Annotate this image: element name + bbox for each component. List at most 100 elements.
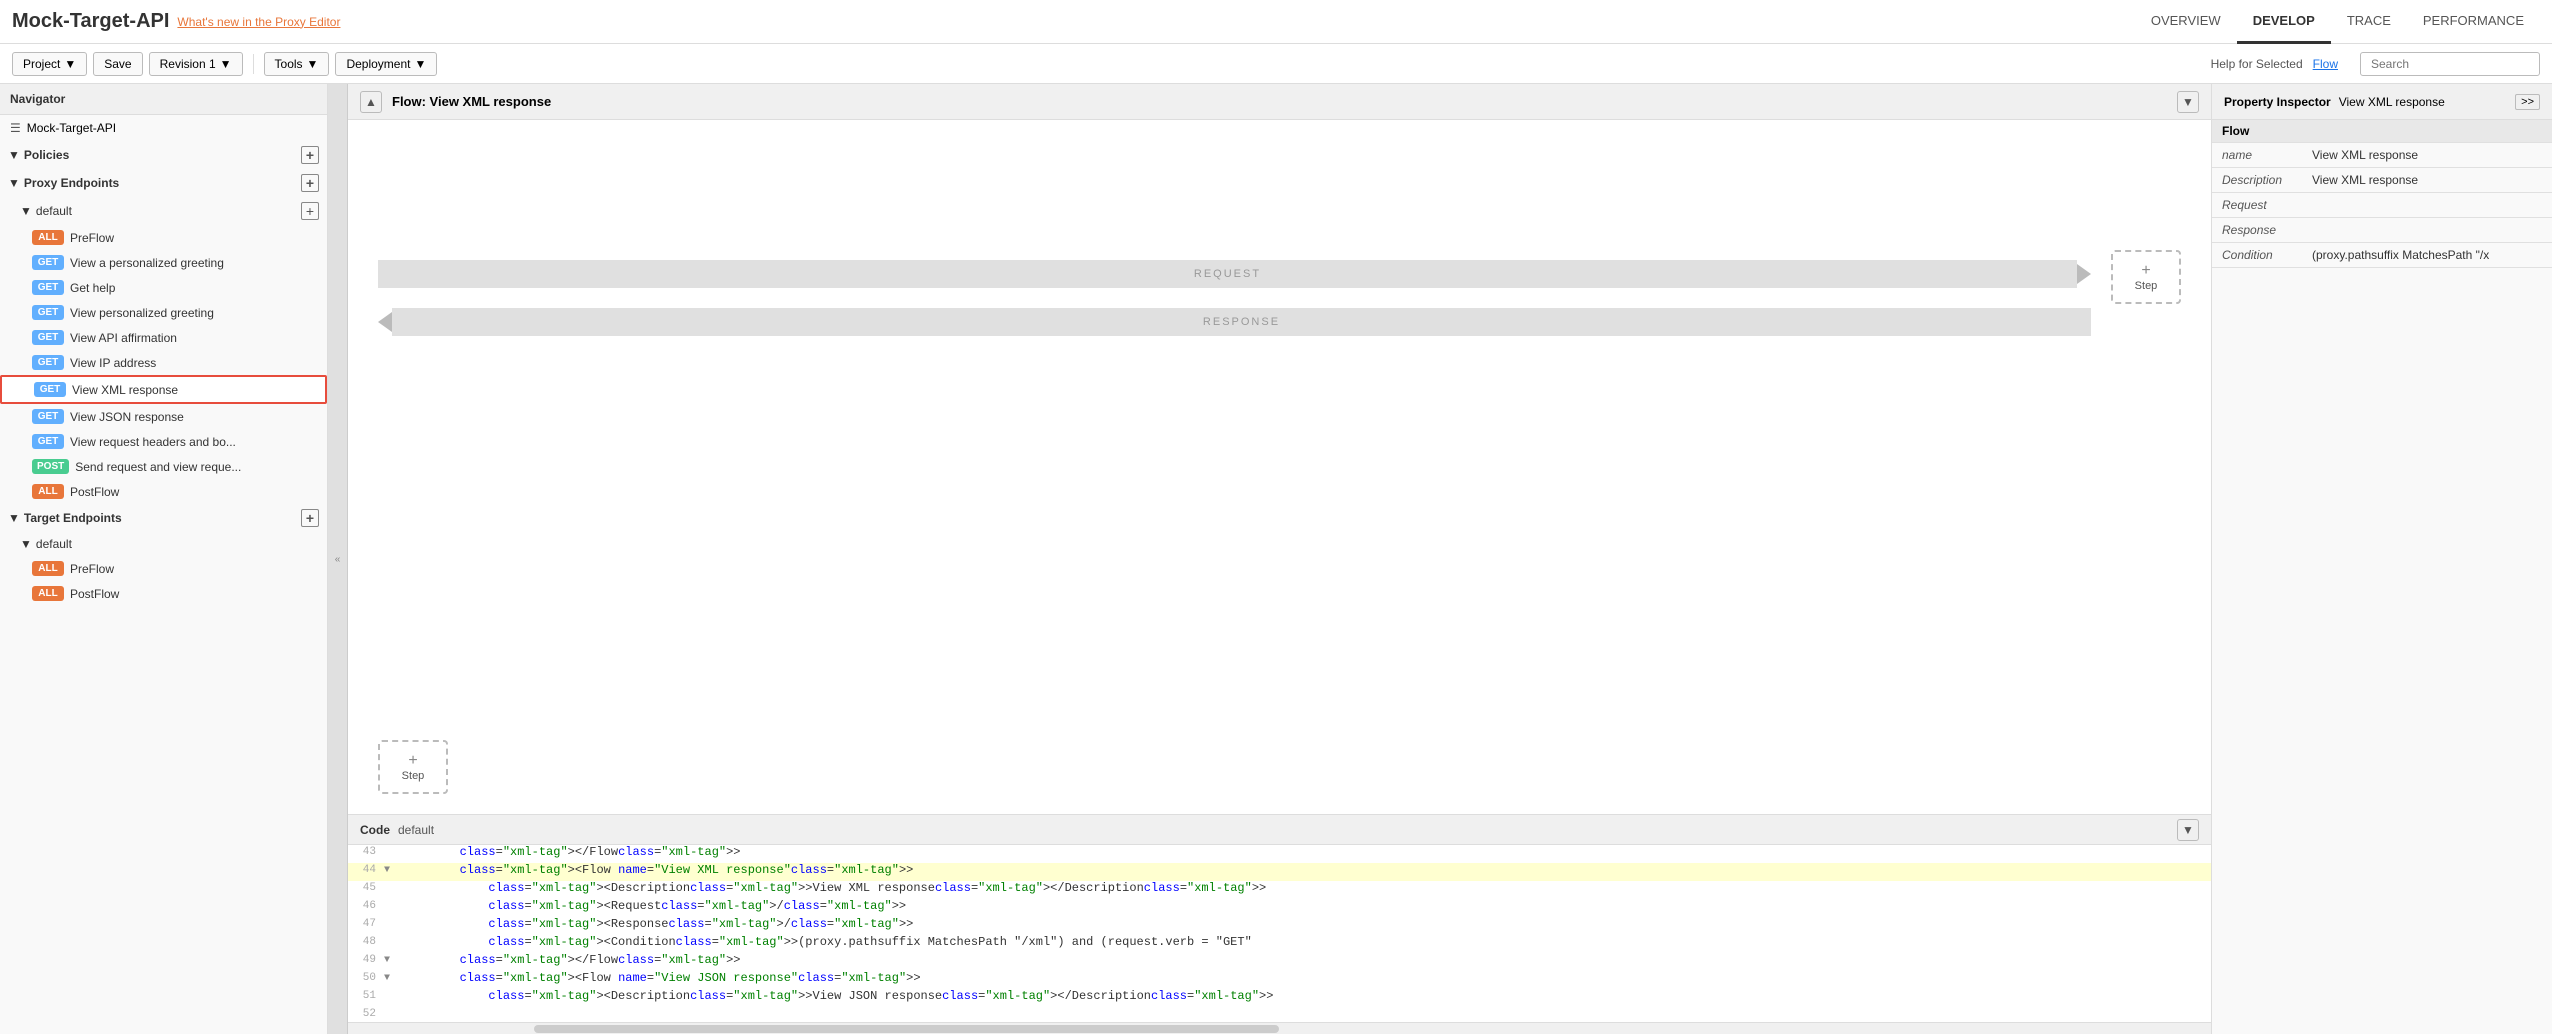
tab-trace[interactable]: TRACE — [2331, 0, 2407, 44]
proxy-endpoints-section[interactable]: ▼ Proxy Endpoints + — [0, 169, 327, 197]
line-content-46[interactable]: class="xml-tag"><Requestclass="xml-tag">… — [398, 899, 2211, 917]
nav-collapse-button[interactable]: « — [328, 84, 348, 1034]
search-input[interactable] — [2360, 52, 2540, 76]
line-content-45[interactable]: class="xml-tag"><Descriptionclass="xml-t… — [398, 881, 2211, 899]
target-endpoints-add-button[interactable]: + — [301, 509, 319, 527]
line-number-49: 49 — [348, 953, 384, 971]
code-body[interactable]: 43 class="xml-tag"></Flowclass="xml-tag"… — [348, 845, 2211, 1022]
code-horizontal-scrollbar[interactable] — [348, 1022, 2211, 1034]
api-title-label: Mock-Target-API — [27, 121, 116, 135]
line-content-51[interactable]: class="xml-tag"><Descriptionclass="xml-t… — [398, 989, 2211, 1007]
line-content-50[interactable]: class="xml-tag"><Flow name="View JSON re… — [398, 971, 2211, 989]
prop-value-condition: (proxy.pathsuffix MatchesPath "/x — [2302, 243, 2552, 268]
line-content-52[interactable] — [398, 1007, 2211, 1022]
tools-button[interactable]: Tools ▼ — [264, 52, 330, 76]
code-line-46[interactable]: 46 class="xml-tag"><Requestclass="xml-ta… — [348, 899, 2211, 917]
tab-overview[interactable]: OVERVIEW — [2135, 0, 2237, 44]
proxy-nav-item-2[interactable]: GET Get help — [0, 275, 327, 300]
code-collapse-button[interactable]: ▼ — [2177, 819, 2199, 841]
prop-value-response — [2302, 218, 2552, 243]
revision-button[interactable]: Revision 1 ▼ — [149, 52, 243, 76]
proxy-nav-item-9[interactable]: POSTSend request and view reque... — [0, 454, 327, 479]
main-layout: Navigator ☰ Mock-Target-API ▼ Policies +… — [0, 84, 2552, 1034]
target-nav-item-1[interactable]: ALLPostFlow — [0, 581, 327, 606]
proxy-nav-item-7[interactable]: GETView JSON response — [0, 404, 327, 429]
step-box-right[interactable]: + Step — [2111, 250, 2181, 304]
step-plus-icon-left: + — [408, 752, 417, 770]
step-plus-icon: + — [2141, 262, 2150, 280]
code-line-43[interactable]: 43 class="xml-tag"></Flowclass="xml-tag"… — [348, 845, 2211, 863]
line-number-52: 52 — [348, 1007, 384, 1022]
deployment-chevron-icon: ▼ — [414, 57, 426, 71]
proxy-endpoints-add-button[interactable]: + — [301, 174, 319, 192]
flow-down-button[interactable]: ▼ — [2177, 91, 2199, 113]
step-label-right: Step — [2135, 280, 2158, 292]
target-badge-1: ALL — [32, 586, 64, 601]
nav-item-label-2: Get help — [70, 281, 115, 295]
code-line-50[interactable]: 50▼ class="xml-tag"><Flow name="View JSO… — [348, 971, 2211, 989]
code-line-44[interactable]: 44▼ class="xml-tag"><Flow name="View XML… — [348, 863, 2211, 881]
target-default-section[interactable]: ▼ default — [0, 532, 327, 556]
proxy-nav-item-8[interactable]: GETView request headers and bo... — [0, 429, 327, 454]
step-box-left[interactable]: + Step — [378, 740, 448, 794]
proxy-nav-item-4[interactable]: GETView API affirmation — [0, 325, 327, 350]
project-chevron-icon: ▼ — [64, 57, 76, 71]
badge-1: GET — [32, 255, 64, 270]
flow-title: Flow: View XML response — [382, 94, 2177, 109]
property-expand-button[interactable]: >> — [2515, 94, 2540, 110]
proxy-endpoints-label: Proxy Endpoints — [24, 176, 119, 190]
code-line-45[interactable]: 45 class="xml-tag"><Descriptionclass="xm… — [348, 881, 2211, 899]
deployment-button[interactable]: Deployment ▼ — [335, 52, 437, 76]
proxy-nav-item-5[interactable]: GETView IP address — [0, 350, 327, 375]
proxy-nav-item-0[interactable]: ALLPreFlow — [0, 225, 327, 250]
line-content-48[interactable]: class="xml-tag"><Conditionclass="xml-tag… — [398, 935, 2211, 953]
code-line-48[interactable]: 48 class="xml-tag"><Conditionclass="xml-… — [348, 935, 2211, 953]
toolbar-help: Help for Selected Flow — [2211, 57, 2338, 71]
target-badge-0: ALL — [32, 561, 64, 576]
badge-2: GET — [32, 280, 64, 295]
code-line-47[interactable]: 47 class="xml-tag"><Responseclass="xml-t… — [348, 917, 2211, 935]
save-button[interactable]: Save — [93, 52, 142, 76]
line-content-43[interactable]: class="xml-tag"></Flowclass="xml-tag">> — [398, 845, 2211, 863]
project-button[interactable]: Project ▼ — [12, 52, 87, 76]
tools-label: Tools — [275, 57, 303, 71]
line-toggle-49[interactable]: ▼ — [384, 953, 398, 971]
code-line-49[interactable]: 49▼ class="xml-tag"></Flowclass="xml-tag… — [348, 953, 2211, 971]
line-toggle-45 — [384, 881, 398, 899]
line-content-47[interactable]: class="xml-tag"><Responseclass="xml-tag"… — [398, 917, 2211, 935]
line-content-44[interactable]: class="xml-tag"><Flow name="View XML res… — [398, 863, 2211, 881]
line-content-49[interactable]: class="xml-tag"></Flowclass="xml-tag">> — [398, 953, 2211, 971]
policies-add-button[interactable]: + — [301, 146, 319, 164]
proxy-default-section[interactable]: ▼ default + — [0, 197, 327, 225]
proxy-nav-item-1[interactable]: GETView a personalized greeting — [0, 250, 327, 275]
nav-items-list: ALLPreFlowGETView a personalized greetin… — [0, 225, 327, 504]
line-toggle-46 — [384, 899, 398, 917]
prop-value-request — [2302, 193, 2552, 218]
app-subtitle-link[interactable]: What's new in the Proxy Editor — [177, 15, 340, 29]
line-toggle-50[interactable]: ▼ — [384, 971, 398, 989]
api-title-item[interactable]: ☰ Mock-Target-API — [0, 115, 327, 141]
badge-4: GET — [32, 330, 64, 345]
target-nav-label-0: PreFlow — [70, 562, 114, 576]
code-line-51[interactable]: 51 class="xml-tag"><Descriptionclass="xm… — [348, 989, 2211, 1007]
toolbar-separator — [253, 54, 254, 74]
proxy-nav-item-3[interactable]: GETView personalized greeting — [0, 300, 327, 325]
line-number-47: 47 — [348, 917, 384, 935]
code-title: Code — [360, 823, 390, 837]
flow-link[interactable]: Flow — [2313, 57, 2338, 71]
line-toggle-43 — [384, 845, 398, 863]
target-endpoints-section[interactable]: ▼ Target Endpoints + — [0, 504, 327, 532]
proxy-nav-item-6[interactable]: GETView XML response — [0, 375, 327, 404]
proxy-default-add-button[interactable]: + — [301, 202, 319, 220]
flow-up-button[interactable]: ▲ — [360, 91, 382, 113]
tab-performance[interactable]: PERFORMANCE — [2407, 0, 2540, 44]
policies-section[interactable]: ▼ Policies + — [0, 141, 327, 169]
step-label-left: Step — [402, 770, 425, 782]
tab-develop[interactable]: DEVELOP — [2237, 0, 2331, 44]
code-line-52[interactable]: 52 — [348, 1007, 2211, 1022]
line-toggle-44[interactable]: ▼ — [384, 863, 398, 881]
proxy-nav-item-10[interactable]: ALLPostFlow — [0, 479, 327, 504]
target-nav-item-0[interactable]: ALL PreFlow — [0, 556, 327, 581]
proxy-default-label: default — [36, 204, 72, 218]
navigator-panel: Navigator ☰ Mock-Target-API ▼ Policies +… — [0, 84, 328, 1034]
